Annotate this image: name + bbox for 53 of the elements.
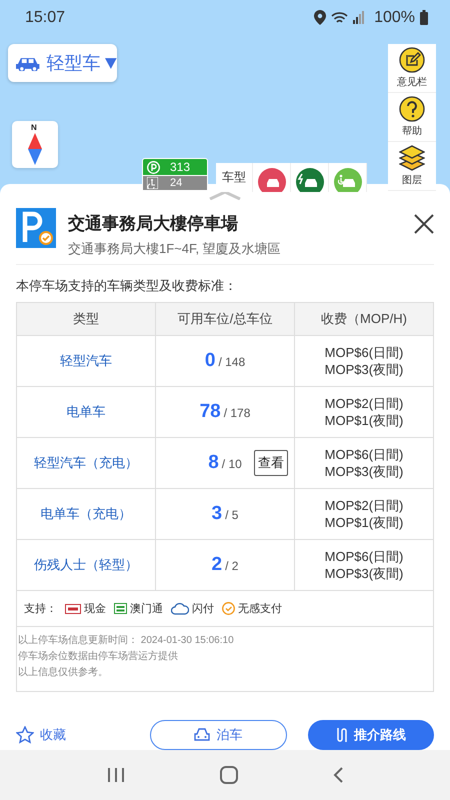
parking-space-count: 313 — [170, 160, 190, 174]
vehicle-type-cell: 电单车（充电） — [16, 488, 156, 540]
fee-text: MOP$2(日間) — [324, 497, 404, 514]
compass-north-label: N — [31, 123, 37, 132]
parking-lot-address: 交通事務局大樓1F~4F, 望廈及水塘區 — [68, 240, 282, 258]
battery-percentage: 100% — [374, 8, 415, 26]
fee-text: MOP$3(夜間) — [324, 361, 404, 378]
total-spaces: / 2 — [225, 559, 238, 574]
note-text: 以上停车场信息更新时间： 2024-01-30 15:06:10 — [18, 634, 235, 648]
park-button[interactable]: 泊车 — [150, 720, 288, 750]
fee-text: MOP$2(日間) — [324, 395, 404, 412]
payment-label: 支持： — [24, 602, 57, 616]
fee-text: MOP$6(日間) — [324, 344, 404, 362]
payment-method: 闪付 — [192, 602, 214, 616]
payment-method: 澳门通 — [130, 602, 163, 616]
available-spaces: 8 — [208, 452, 219, 474]
map-tool-button[interactable]: 图层 — [388, 142, 436, 191]
note-text: 以上信息仅供参考。 — [18, 666, 109, 680]
clock-time: 15:07 — [25, 8, 66, 26]
fee-text: MOP$1(夜間) — [324, 514, 404, 532]
total-spaces: / 5 — [225, 508, 238, 522]
total-spaces: / 148 — [218, 355, 246, 370]
map-tool-button[interactable]: 意见栏 — [388, 44, 436, 93]
column-header: 可用车位/总车位 — [156, 302, 294, 336]
vehicle-type-cell: 伤残人士（轻型） — [16, 540, 156, 591]
column-header: 类型 — [16, 302, 156, 336]
available-spaces: 3 — [212, 503, 222, 524]
total-spaces: / 178 — [224, 406, 250, 420]
vehicle-type-cell: 轻型汽车 — [16, 336, 156, 387]
fee-text: MOP$3(夜間) — [324, 463, 404, 480]
parking-lot-title: 交通事務局大樓停車場 — [68, 213, 239, 236]
accessible-space-count: 24 — [170, 176, 182, 190]
vehicle-type-cell: 电单车 — [16, 386, 156, 438]
vehicle-type-cell: 轻型汽车（充电） — [16, 438, 156, 489]
fee-text: MOP$6(日間) — [324, 548, 404, 566]
available-spaces: 0 — [204, 350, 216, 372]
view-button[interactable]: 查看 — [254, 450, 288, 476]
available-spaces: 78 — [200, 401, 221, 422]
fee-text: MOP$6(日間) — [324, 446, 404, 464]
available-spaces: 2 — [212, 554, 222, 576]
route-button[interactable]: 推介路线 — [308, 720, 434, 750]
favorite-button[interactable]: 收藏 — [16, 726, 150, 744]
vehicle-selector[interactable]: 轻型车 — [8, 44, 117, 82]
note-text: 停车场余位数据由停车场营运方提供 — [18, 650, 179, 664]
fee-text: MOP$1(夜間) — [324, 412, 404, 430]
fee-text: MOP$3(夜間) — [324, 565, 404, 582]
compass-button[interactable]: N — [12, 121, 58, 168]
intro-text: 本停车场支持的车辆类型及收费标准： — [16, 277, 238, 296]
payment-method: 现金 — [84, 602, 106, 616]
column-header: 收费（MOP/H) — [294, 302, 434, 336]
map-tool-button[interactable]: 帮助 — [388, 93, 436, 142]
total-spaces: / 10 — [222, 457, 242, 472]
payment-method: 无感支付 — [238, 602, 282, 616]
